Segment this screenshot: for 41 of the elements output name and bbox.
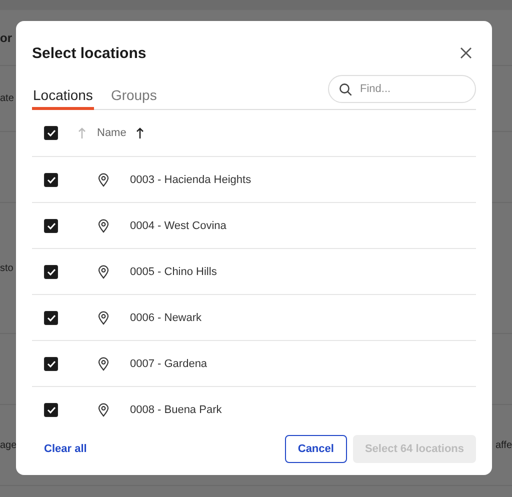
location-name: 0004 - West Covina [130,220,226,232]
check-icon [46,314,56,322]
tab[interactable]: Groups [110,83,158,110]
search-field[interactable]: Find... [328,75,476,103]
row-checkbox[interactable] [44,172,58,186]
page-text: ate [0,93,14,104]
dialog-title: Select locations [32,44,146,62]
row-checkbox[interactable] [44,264,58,278]
row-checkbox[interactable] [44,218,58,232]
row-checkbox[interactable] [44,310,58,324]
location-pin-icon [98,356,109,370]
location-pin-icon [98,264,109,278]
sort-arrow-icon[interactable] [136,127,144,139]
location-name: 0003 - Hacienda Heights [130,174,252,186]
check-icon [46,406,56,414]
check-icon [46,129,56,137]
location-name: 0008 - Buena Park [130,404,222,416]
clear-all-link[interactable]: Clear all [44,443,87,455]
location-pin-icon [98,172,109,186]
location-name: 0007 - Gardena [130,358,208,370]
check-icon [46,176,56,184]
tab[interactable]: Locations [32,83,94,110]
search-icon [339,82,352,96]
cancel-button[interactable]: Cancel [284,435,347,463]
page-text: age [0,440,17,450]
check-icon [46,222,56,230]
row-checkbox[interactable] [44,402,58,416]
close-icon[interactable] [460,47,472,59]
location-pin-icon [98,218,109,232]
location-name: 0006 - Newark [130,312,202,324]
check-icon [46,268,56,276]
row-checkbox[interactable] [44,356,58,370]
column-header[interactable]: Name [97,127,126,139]
check-icon [46,360,56,368]
select-all-checkbox[interactable] [44,126,58,140]
location-pin-icon [98,402,109,416]
location-name: 0005 - Chino Hills [130,266,217,278]
page-text: affe [496,440,512,450]
page-text: or [0,30,12,44]
location-pin-icon [98,310,109,324]
page-text: sto [0,262,14,274]
